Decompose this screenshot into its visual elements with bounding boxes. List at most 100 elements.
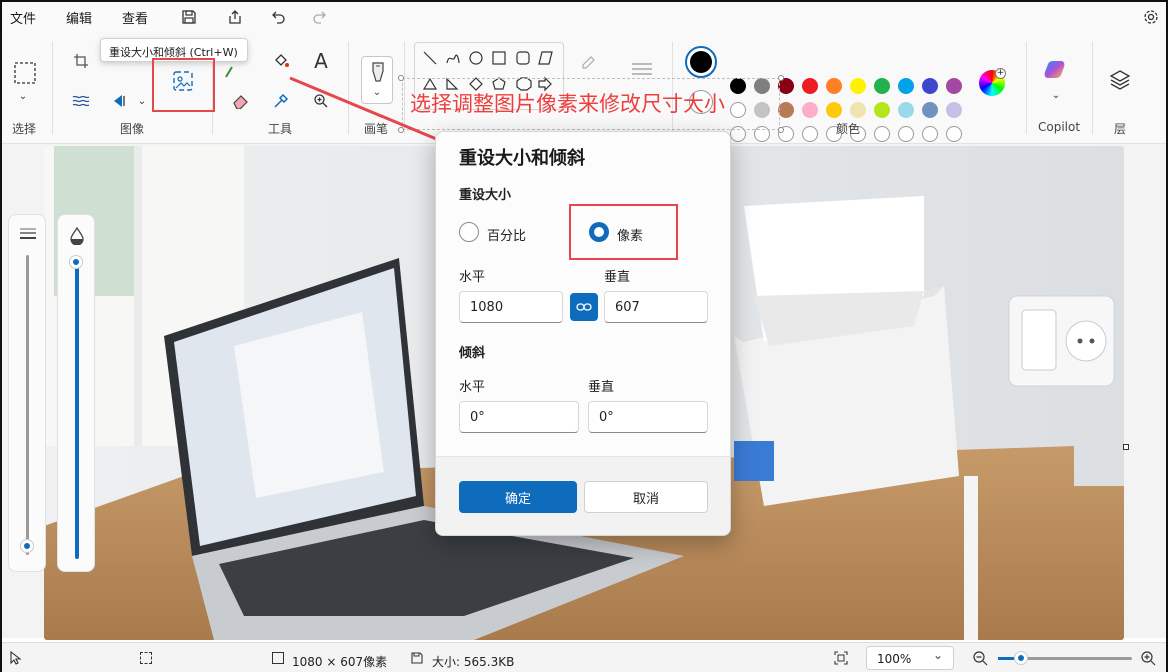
group-label-select: 选择	[12, 122, 37, 136]
flip-dropdown-chevron-icon[interactable]: ⌄	[134, 92, 150, 110]
height-input[interactable]: 607	[604, 291, 708, 323]
color-swatch[interactable]	[850, 102, 866, 118]
skew-section-label: 倾斜	[459, 346, 486, 361]
share-icon[interactable]	[224, 6, 246, 28]
link-icon	[576, 303, 592, 311]
fit-to-window-icon[interactable]	[834, 651, 848, 665]
zoom-in-icon[interactable]	[1140, 650, 1156, 666]
ok-button[interactable]: 确定	[459, 481, 577, 513]
edit-colors-icon[interactable]: +	[979, 68, 1006, 96]
color-swatch[interactable]	[826, 102, 842, 118]
copilot-dropdown-chevron-icon[interactable]: ⌄	[1048, 88, 1064, 102]
dialog-title: 重设大小和倾斜	[459, 148, 585, 169]
menu-edit[interactable]: 编辑	[66, 8, 92, 27]
canvas-resize-handle[interactable]	[1123, 444, 1129, 450]
undo-icon[interactable]	[268, 6, 290, 28]
text-frame-handle	[778, 127, 784, 133]
shape-fill-icon[interactable]	[630, 60, 654, 80]
ribbon-divider	[1092, 42, 1093, 134]
color-swatch[interactable]	[802, 102, 818, 118]
color-swatch[interactable]	[802, 78, 818, 94]
resize-section-label: 重设大小	[459, 188, 512, 203]
file-size-icon	[410, 651, 424, 665]
text-frame-handle	[778, 75, 784, 81]
zoom-dropdown-chevron-icon: ⌄	[933, 648, 944, 662]
custom-color-slot[interactable]	[946, 126, 962, 142]
color-swatch[interactable]	[826, 78, 842, 94]
cancel-button[interactable]: 取消	[584, 481, 708, 513]
selection-size-icon	[140, 652, 152, 664]
color-swatch[interactable]	[874, 78, 890, 94]
size-lines-icon	[19, 227, 37, 241]
menu-view[interactable]: 查看	[122, 8, 148, 27]
crop-icon[interactable]	[68, 48, 94, 74]
color-swatch[interactable]	[850, 78, 866, 94]
horizontal-label: 水平	[459, 270, 486, 285]
dialog-footer: 确定 取消	[436, 456, 730, 535]
color-swatch[interactable]	[898, 78, 914, 94]
size-slider-track[interactable]	[26, 255, 29, 555]
annotation-highlight-pixels-option	[569, 204, 678, 260]
opacity-slider-thumb[interactable]	[69, 255, 83, 269]
group-label-colors: 颜色	[836, 122, 861, 136]
custom-color-slot[interactable]	[874, 126, 890, 142]
skew-horizontal-input[interactable]: 0°	[459, 401, 579, 433]
skew-vertical-input[interactable]: 0°	[588, 401, 708, 433]
percent-radio-label: 百分比	[487, 229, 527, 244]
save-icon[interactable]	[178, 6, 200, 28]
custom-color-slot[interactable]	[802, 126, 818, 142]
aspect-lock-button[interactable]	[570, 293, 598, 321]
redo-icon[interactable]	[308, 6, 330, 28]
ribbon-divider	[1026, 42, 1027, 134]
selection-dropdown-chevron-icon[interactable]: ⌄	[12, 88, 34, 104]
zoom-slider-thumb[interactable]	[1014, 651, 1028, 665]
file-size: 大小: 565.3KB	[432, 655, 515, 669]
group-label-layers: 层	[1114, 122, 1127, 136]
color-swatch[interactable]	[946, 78, 962, 94]
color-swatch[interactable]	[778, 102, 794, 118]
copilot-icon[interactable]	[1042, 58, 1070, 86]
custom-color-slot[interactable]	[898, 126, 914, 142]
settings-gear-icon[interactable]	[1140, 6, 1162, 28]
shape-outline-icon[interactable]	[580, 52, 598, 70]
zoom-select[interactable]: 100% ⌄	[866, 646, 954, 670]
width-input[interactable]: 1080	[459, 291, 563, 323]
color-swatch[interactable]	[922, 102, 938, 118]
canvas-size-icon	[272, 652, 284, 664]
layers-icon[interactable]	[1108, 68, 1134, 94]
opacity-slider-track[interactable]	[75, 259, 79, 559]
color-swatch[interactable]	[922, 78, 938, 94]
vertical-label: 垂直	[604, 270, 631, 285]
skew-horizontal-label: 水平	[459, 380, 486, 395]
active-color-indicator[interactable]	[685, 46, 717, 78]
flip-icon[interactable]	[108, 88, 134, 114]
group-label-copilot: Copilot	[1038, 120, 1081, 134]
opacity-slider-panel	[57, 214, 95, 572]
text-tool-partial-icon	[222, 62, 236, 82]
annotation-highlight-resize-button	[152, 58, 215, 112]
menu-bar: 文件 编辑 查看	[2, 2, 1166, 32]
size-slider-thumb[interactable]	[20, 539, 34, 553]
selection-tool-icon[interactable]	[10, 58, 40, 88]
zoom-out-icon[interactable]	[972, 650, 988, 666]
group-label-image: 图像	[120, 122, 145, 136]
ribbon-divider	[52, 42, 53, 134]
canvas-dimensions: 1080 × 607像素	[292, 655, 388, 669]
text-tool-icon[interactable]: A	[308, 48, 334, 74]
eraser-icon[interactable]	[228, 88, 254, 114]
zoom-value: 100%	[877, 652, 912, 666]
color-swatch[interactable]	[898, 102, 914, 118]
pointer-position-icon	[10, 650, 24, 665]
status-bar: 1080 × 607像素 大小: 565.3KB 100% ⌄	[2, 642, 1166, 672]
opacity-drop-icon	[69, 226, 85, 246]
custom-color-slot[interactable]	[922, 126, 938, 142]
image-effects-icon[interactable]	[68, 88, 94, 114]
color-swatch[interactable]	[874, 102, 890, 118]
fill-bucket-icon[interactable]	[268, 48, 294, 74]
brush-size-slider-panel	[8, 214, 46, 572]
percent-radio[interactable]	[459, 222, 479, 242]
color-swatch[interactable]	[946, 102, 962, 118]
menu-file[interactable]: 文件	[10, 8, 36, 27]
skew-vertical-label: 垂直	[588, 380, 615, 395]
resize-skew-dialog: 重设大小和倾斜 × 重设大小 百分比 像素 水平 垂直 1080 607 倾斜 …	[435, 131, 731, 536]
